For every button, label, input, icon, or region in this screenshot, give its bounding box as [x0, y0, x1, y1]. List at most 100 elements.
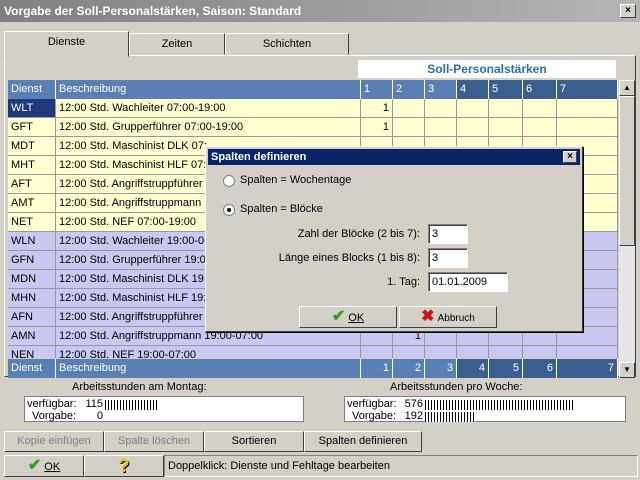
check-icon: ✔ [27, 457, 42, 474]
header-beschreibung[interactable]: Beschreibung [56, 80, 361, 99]
radio-bloecke[interactable] [223, 204, 235, 216]
radio-wochentage-label[interactable]: Spalten = Wochentage [240, 174, 351, 186]
status-bar: Doppelklick: Dienste und Fehltage bearbe… [164, 455, 638, 477]
ok-label: OK [44, 461, 61, 473]
check-icon: ✔ [331, 308, 346, 325]
tab-schichten[interactable]: Schichten [225, 33, 349, 55]
table-row[interactable]: GFT 12:00 Std. Grupperführer 07:00-19:00 1 [8, 118, 618, 137]
spalte-loeschen-button[interactable]: Spalte löschen [104, 431, 204, 452]
row-code[interactable]: WLN [8, 232, 56, 251]
row-code[interactable]: NEN [8, 346, 56, 358]
row-code[interactable]: AMT [8, 194, 56, 213]
row-col-7[interactable] [557, 118, 618, 137]
row-col-2[interactable] [393, 118, 425, 137]
row-code[interactable]: GFT [8, 118, 56, 137]
window-title: Vorgabe der Soll-Personalstärken, Saison… [4, 4, 302, 18]
header-col-2[interactable]: 2 [393, 80, 425, 99]
row-code[interactable]: MDT [8, 137, 56, 156]
footer-col-1: 1 [361, 359, 393, 378]
row-col-2[interactable] [393, 346, 425, 358]
table-row[interactable]: NEN 12:00 Std. NEF 19:00-07:00 [8, 346, 618, 358]
spalten-definieren-dialog: Spalten definieren × Spalten = Wochentag… [205, 146, 583, 332]
row-col-3[interactable] [425, 346, 457, 358]
kopie-einfuegen-button[interactable]: Kopie einfügen [4, 431, 104, 452]
dialog-abbruch-label: Abbruch [437, 313, 475, 324]
dialog-ok-label: OK [348, 312, 365, 324]
stats-montag-box: verfügbar: 115 Vorgabe: 0 [24, 396, 304, 422]
dialog-title: Spalten definieren [211, 151, 307, 163]
row-col-4[interactable] [457, 118, 489, 137]
tab-zeiten[interactable]: Zeiten [129, 33, 225, 55]
row-col-7[interactable] [557, 346, 618, 358]
scroll-down-icon[interactable]: ▼ [619, 362, 635, 378]
row-col-7[interactable] [557, 99, 618, 118]
row-col-3[interactable] [425, 118, 457, 137]
footer-beschreibung: Beschreibung [56, 359, 361, 378]
zahl-input[interactable]: 3 [428, 224, 468, 244]
header-col-5[interactable]: 5 [489, 80, 523, 99]
woche-verfuegbar-value: 576 [404, 398, 423, 410]
radio-bloecke-label[interactable]: Spalten = Blöcke [240, 203, 323, 215]
row-col-1[interactable]: 1 [361, 99, 393, 118]
row-code[interactable]: AMN [8, 327, 56, 346]
row-code[interactable]: WLT [8, 99, 56, 118]
row-col-1[interactable]: 1 [361, 118, 393, 137]
tab-dienste[interactable]: Dienste [4, 31, 129, 57]
tag-input[interactable]: 01.01.2009 [428, 272, 508, 292]
row-col-5[interactable] [489, 99, 523, 118]
row-col-4[interactable] [457, 346, 489, 358]
row-col-5[interactable] [489, 118, 523, 137]
header-dienst[interactable]: Dienst [8, 80, 56, 99]
header-col-3[interactable]: 3 [425, 80, 457, 99]
dialog-close-button[interactable]: × [563, 151, 577, 163]
spalten-definieren-button[interactable]: Spalten definieren [304, 431, 422, 452]
footer-col-5: 5 [489, 359, 523, 378]
montag-verfuegbar-label: verfügbar: [27, 398, 77, 410]
woche-verfuegbar-label: verfügbar: [347, 398, 397, 410]
title-bar: Vorgabe der Soll-Personalstärken, Saison… [0, 0, 640, 22]
laenge-input[interactable]: 3 [428, 248, 468, 268]
row-col-3[interactable] [425, 99, 457, 118]
row-col-4[interactable] [457, 99, 489, 118]
header-col-6[interactable]: 6 [523, 80, 557, 99]
row-code[interactable]: GFN [8, 251, 56, 270]
table-row[interactable]: WLT 12:00 Std. Wachleiter 07:00-19:00 1 [8, 99, 618, 118]
header-col-1[interactable]: 1 [361, 80, 393, 99]
row-code[interactable]: MDN [8, 270, 56, 289]
sortieren-button[interactable]: Sortieren [204, 431, 304, 452]
main-window: Vorgabe der Soll-Personalstärken, Saison… [0, 0, 640, 480]
ok-button[interactable]: ✔ OK [4, 455, 84, 477]
row-col-6[interactable] [523, 99, 557, 118]
row-description[interactable]: 12:00 Std. Wachleiter 07:00-19:00 [56, 99, 361, 118]
tag-label: 1. Tag: [387, 276, 420, 288]
row-code[interactable]: MHN [8, 289, 56, 308]
help-button[interactable]: ? [84, 455, 164, 477]
woche-vorgabe-value: 192 [404, 410, 423, 422]
row-code[interactable]: NET [8, 213, 56, 232]
scroll-up-icon[interactable]: ▲ [619, 80, 635, 96]
window-close-button[interactable]: × [620, 4, 636, 18]
row-code[interactable]: MHT [8, 156, 56, 175]
row-col-5[interactable] [489, 346, 523, 358]
row-description[interactable]: 12:00 Std. Grupperführer 07:00-19:00 [56, 118, 361, 137]
header-col-7[interactable]: 7 [557, 80, 618, 99]
woche-vorgabe-label: Vorgabe: [352, 410, 397, 422]
row-code[interactable]: AFN [8, 308, 56, 327]
scroll-thumb[interactable] [619, 96, 635, 246]
footer-col-2: 2 [393, 359, 425, 378]
dialog-ok-button[interactable]: ✔ OK [299, 306, 397, 328]
footer-col-4: 4 [457, 359, 489, 378]
row-col-6[interactable] [523, 118, 557, 137]
woche-verfuegbar-bar [425, 400, 575, 410]
row-col-1[interactable] [361, 346, 393, 358]
grid-scrollbar[interactable]: ▲ ▼ [619, 80, 635, 378]
radio-wochentage[interactable] [223, 175, 235, 187]
stats-woche-box: verfügbar: 576 Vorgabe: 192 [344, 396, 626, 422]
row-col-2[interactable] [393, 99, 425, 118]
header-col-4[interactable]: 4 [457, 80, 489, 99]
row-description[interactable]: 12:00 Std. NEF 19:00-07:00 [56, 346, 361, 358]
dialog-abbruch-button[interactable]: ✖ Abbruch [399, 306, 497, 328]
row-code[interactable]: AFT [8, 175, 56, 194]
row-col-6[interactable] [523, 346, 557, 358]
montag-vorgabe-label: Vorgabe: [32, 410, 77, 422]
